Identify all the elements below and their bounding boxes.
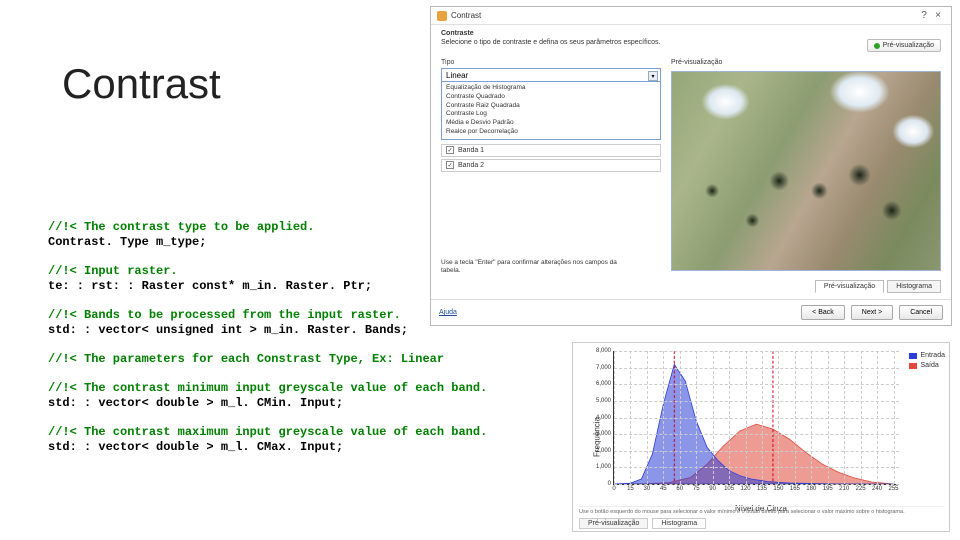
help-icon[interactable]: ? xyxy=(917,10,931,21)
dialog-right-panel: Pré-visualização Pré-visualização xyxy=(671,59,941,271)
help-link[interactable]: Ajuda xyxy=(439,309,457,316)
chart-tab-preview[interactable]: Pré-visualização xyxy=(579,518,648,529)
code-line: te: : rst: : Raster const* m_in. Raster.… xyxy=(48,279,487,294)
chart-plot-area[interactable]: 01,0002,0003,0004,0005,0006,0007,0008,00… xyxy=(613,351,899,485)
dialog-title: Contrast xyxy=(451,11,481,20)
dialog-subtitle: Contraste Selecione o tipo de contraste … xyxy=(441,29,660,47)
dialog-description: Selecione o tipo de contraste e defina o… xyxy=(441,38,660,47)
app-icon xyxy=(437,11,447,21)
satellite-bg xyxy=(672,72,940,270)
code-line: std: : vector< double > m_l. CMin. Input… xyxy=(48,396,487,411)
type-label: Tipo xyxy=(441,59,661,66)
code-comment: //!< Input raster. xyxy=(48,264,487,279)
preview-group-label: Pré-visualização xyxy=(671,59,941,66)
tab-histogram[interactable]: Histograma xyxy=(887,280,941,293)
next-button[interactable]: Next > xyxy=(851,305,893,320)
chart-note: Use o botão esquerdo do mouse para selec… xyxy=(579,506,943,515)
band-label: Banda 2 xyxy=(458,162,484,169)
type-option[interactable]: Realce por Decorrelação xyxy=(446,128,656,137)
band-row[interactable]: ✓ Banda 2 xyxy=(441,159,661,172)
code-comment: //!< The parameters for each Constrast T… xyxy=(48,352,487,367)
code-comment: //!< Bands to be processed from the inpu… xyxy=(48,308,487,323)
chart-tabs: Pré-visualização Histograma xyxy=(579,518,706,529)
back-button[interactable]: < Back xyxy=(801,305,845,320)
dialog-heading: Contraste xyxy=(441,29,660,38)
tab-preview[interactable]: Pré-visualização xyxy=(815,280,884,293)
chart-legend: Entrada Saída xyxy=(909,351,945,371)
code-line: std: : vector< unsigned int > m_in. Rast… xyxy=(48,323,487,338)
checkbox-icon[interactable]: ✓ xyxy=(446,146,454,154)
cancel-button[interactable]: Cancel xyxy=(899,305,943,320)
legend-label: Entrada xyxy=(920,351,945,361)
type-option[interactable]: Contraste Quadrado xyxy=(446,93,656,102)
preview-image[interactable] xyxy=(671,71,941,271)
code-comment: //!< The contrast minimum input greyscal… xyxy=(48,381,487,396)
chart-tab-histogram[interactable]: Histograma xyxy=(652,518,706,529)
legend-label: Saída xyxy=(920,361,938,371)
preview-button[interactable]: Pré-visualização xyxy=(867,39,941,52)
type-option[interactable]: Contraste Raiz Quadrada xyxy=(446,102,656,111)
band-label: Banda 1 xyxy=(458,147,484,154)
code-comment: //!< The contrast type to be applied. xyxy=(48,220,487,235)
code-line: Contrast. Type m_type; xyxy=(48,235,487,250)
checkbox-icon[interactable]: ✓ xyxy=(446,161,454,169)
type-option[interactable]: Média e Desvio Padrão xyxy=(446,119,656,128)
code-listing: //!< The contrast type to be applied. Co… xyxy=(48,220,487,469)
dialog-hint: Use a tecla "Enter" para confirmar alter… xyxy=(441,259,617,276)
code-line: std: : vector< double > m_l. CMax. Input… xyxy=(48,440,487,455)
type-option[interactable]: Equalização de Histograma xyxy=(446,84,656,93)
dialog-tabs: Pré-visualização Histograma xyxy=(815,280,941,293)
code-comment: //!< The contrast maximum input greyscal… xyxy=(48,425,487,440)
type-select-value: Linear xyxy=(446,71,468,80)
type-dropdown-list[interactable]: Equalização de Histograma Contraste Quad… xyxy=(441,82,661,140)
type-select[interactable]: Linear ▾ xyxy=(441,68,661,82)
play-icon xyxy=(874,43,880,49)
dialog-left-panel: Tipo Linear ▾ Equalização de Histograma … xyxy=(441,59,661,174)
type-option[interactable]: Contraste Log xyxy=(446,110,656,119)
close-icon[interactable]: × xyxy=(931,10,945,21)
legend-swatch-saida xyxy=(909,363,917,369)
histogram-chart: Frequência Nível de Cinza Entrada Saída … xyxy=(572,342,950,532)
contrast-dialog: Contrast ? × Contraste Selecione o tipo … xyxy=(430,6,952,326)
slide-title: Contrast xyxy=(62,60,221,108)
dialog-button-bar: Ajuda < Back Next > Cancel xyxy=(431,299,951,325)
band-row[interactable]: ✓ Banda 1 xyxy=(441,144,661,157)
dialog-titlebar: Contrast ? × xyxy=(431,7,951,25)
legend-swatch-entrada xyxy=(909,353,917,359)
preview-button-label: Pré-visualização xyxy=(883,42,934,49)
chevron-down-icon: ▾ xyxy=(648,71,658,81)
